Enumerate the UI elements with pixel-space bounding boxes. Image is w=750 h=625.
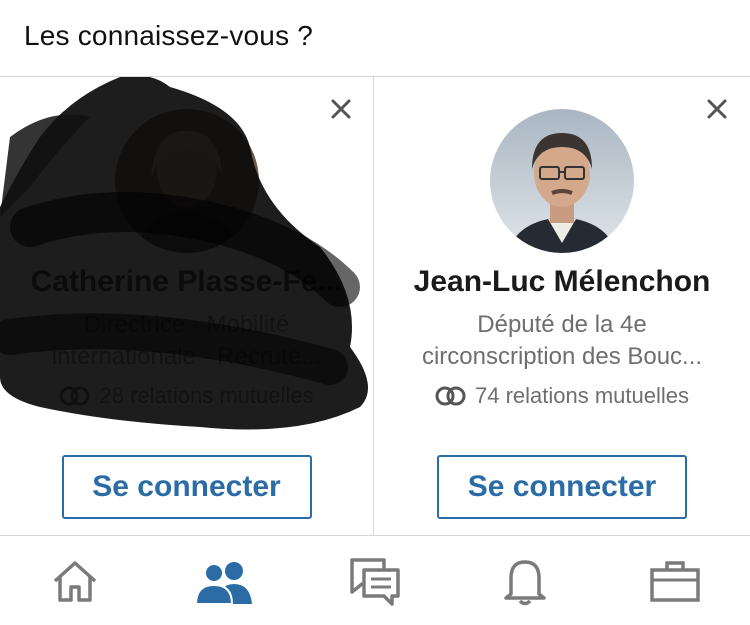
mutual-connections-label: 74 relations mutuelles (474, 383, 689, 408)
mutual-connections-label: 28 relations mutuelles (99, 383, 314, 408)
headline-line: Député de la 4e (477, 311, 647, 338)
home-icon (53, 561, 97, 602)
mutual-connections[interactable]: 28 relations mutuelles (0, 383, 373, 409)
connect-button[interactable]: Se connecter (61, 455, 312, 519)
mutual-connections[interactable]: 74 relations mutuelles (375, 383, 749, 409)
tab-jobs[interactable] (635, 546, 715, 616)
avatar[interactable] (114, 109, 259, 253)
member-headline: Directrice - Mobilité internationale - R… (16, 309, 357, 373)
network-icon (194, 562, 252, 604)
member-name[interactable]: Jean-Luc Mélenchon (385, 265, 739, 299)
suggestion-card[interactable]: Jean-Luc Mélenchon Député de la 4e circo… (375, 77, 749, 535)
jobs-icon (650, 561, 700, 602)
suggestions-carousel: Catherine Plasse-Fe... Directrice - Mobi… (0, 76, 750, 536)
member-name[interactable]: Catherine Plasse-Fe... (10, 265, 363, 299)
tab-home[interactable] (35, 546, 115, 616)
tab-network[interactable] (185, 546, 265, 616)
close-icon[interactable] (327, 95, 355, 123)
avatar[interactable] (490, 109, 634, 253)
tab-messaging[interactable] (335, 546, 415, 616)
mutual-connections-icon (435, 386, 466, 406)
section-title: Les connaissez-vous ? (24, 20, 314, 51)
suggestion-card[interactable]: Catherine Plasse-Fe... Directrice - Mobi… (0, 77, 374, 535)
mutual-connections-icon (59, 386, 90, 406)
headline-line: internationale - Recrute... (51, 343, 322, 370)
headline-line: circonscription des Bouc... (421, 343, 703, 370)
tab-notifications[interactable] (485, 546, 565, 616)
headline-line: Directrice - Mobilité (83, 311, 290, 338)
member-headline: Député de la 4e circonscription des Bouc… (391, 309, 733, 373)
bottom-tab-bar (0, 537, 750, 625)
close-icon[interactable] (703, 95, 731, 123)
messaging-icon (350, 558, 400, 606)
notifications-icon (504, 560, 546, 606)
connect-button[interactable]: Se connecter (437, 455, 687, 519)
